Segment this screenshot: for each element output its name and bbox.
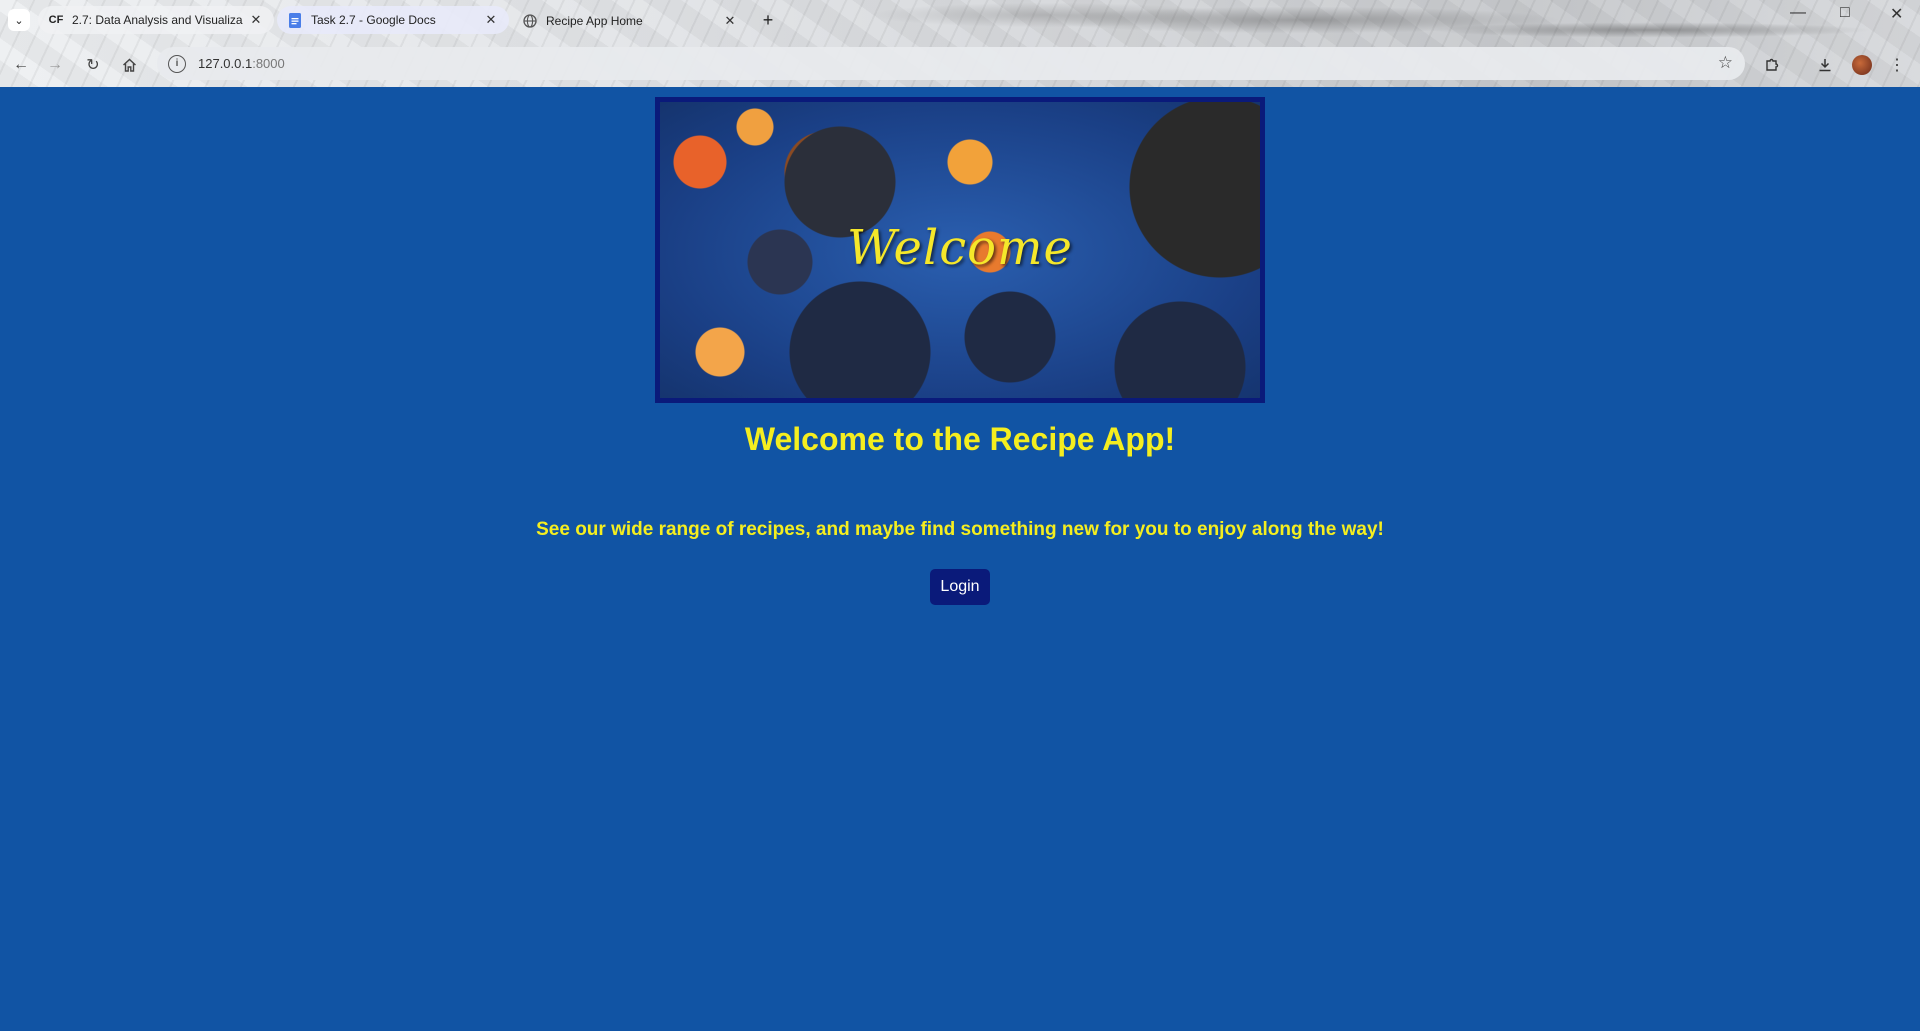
url-host: 127.0.0.1 bbox=[198, 56, 253, 71]
docs-icon bbox=[287, 12, 303, 28]
tab-recipe-app-home[interactable]: Recipe App Home ✕ bbox=[512, 7, 748, 35]
address-bar[interactable]: i 127.0.0.1:8000 ☆ bbox=[157, 47, 1745, 80]
hero-food-image: Welcome bbox=[655, 97, 1265, 403]
url-port: :8000 bbox=[252, 56, 285, 71]
tab-strip: ⌄ CF 2.7: Data Analysis and Visualiza ✕ … bbox=[0, 0, 1920, 44]
back-arrow-icon[interactable]: ← bbox=[8, 52, 34, 78]
close-icon[interactable]: ✕ bbox=[722, 13, 738, 29]
chevron-down-icon: ⌄ bbox=[14, 14, 24, 27]
minimize-icon[interactable]: — bbox=[1790, 4, 1806, 22]
close-icon[interactable]: ✕ bbox=[483, 12, 499, 28]
page-content: Welcome Welcome to the Recipe App! See o… bbox=[0, 87, 1920, 1031]
globe-icon bbox=[522, 13, 538, 29]
browser-toolbar: ← → ↻ i 127.0.0.1:8000 ☆ ⋮ bbox=[0, 44, 1920, 87]
tab-title: 2.7: Data Analysis and Visualiza bbox=[72, 13, 243, 27]
browser-chrome: ⌄ CF 2.7: Data Analysis and Visualiza ✕ … bbox=[0, 0, 1920, 87]
forward-arrow-icon[interactable]: → bbox=[42, 52, 68, 78]
avatar bbox=[1852, 55, 1872, 75]
maximize-icon[interactable]: □ bbox=[1840, 4, 1850, 22]
page-title: Welcome to the Recipe App! bbox=[744, 421, 1176, 457]
site-info-icon[interactable]: i bbox=[168, 54, 186, 73]
profile-avatar[interactable] bbox=[1850, 53, 1874, 77]
page-subtitle: See our wide range of recipes, and maybe… bbox=[536, 519, 1384, 540]
tab-search-button[interactable]: ⌄ bbox=[8, 9, 30, 31]
window-close-icon[interactable]: ✕ bbox=[1890, 4, 1903, 24]
home-icon[interactable] bbox=[116, 52, 142, 78]
tab-data-analysis[interactable]: CF 2.7: Data Analysis and Visualiza ✕ bbox=[38, 6, 274, 34]
bookmark-star-icon[interactable]: ☆ bbox=[1718, 53, 1733, 73]
login-button[interactable]: Login bbox=[930, 569, 990, 605]
download-icon[interactable] bbox=[1813, 53, 1837, 77]
extensions-puzzle-icon[interactable] bbox=[1760, 53, 1784, 77]
url-text: 127.0.0.1:8000 bbox=[198, 56, 285, 71]
tab-title: Recipe App Home bbox=[546, 14, 643, 28]
hero-welcome-text: Welcome bbox=[847, 220, 1073, 276]
close-icon[interactable]: ✕ bbox=[248, 12, 264, 28]
tab-google-docs[interactable]: Task 2.7 - Google Docs ✕ bbox=[277, 6, 509, 34]
tab-title: Task 2.7 - Google Docs bbox=[311, 13, 436, 27]
kebab-menu-icon[interactable]: ⋮ bbox=[1885, 53, 1909, 77]
cf-favicon-icon: CF bbox=[48, 14, 64, 26]
reload-icon[interactable]: ↻ bbox=[80, 52, 106, 78]
new-tab-plus-icon[interactable]: + bbox=[757, 9, 779, 31]
